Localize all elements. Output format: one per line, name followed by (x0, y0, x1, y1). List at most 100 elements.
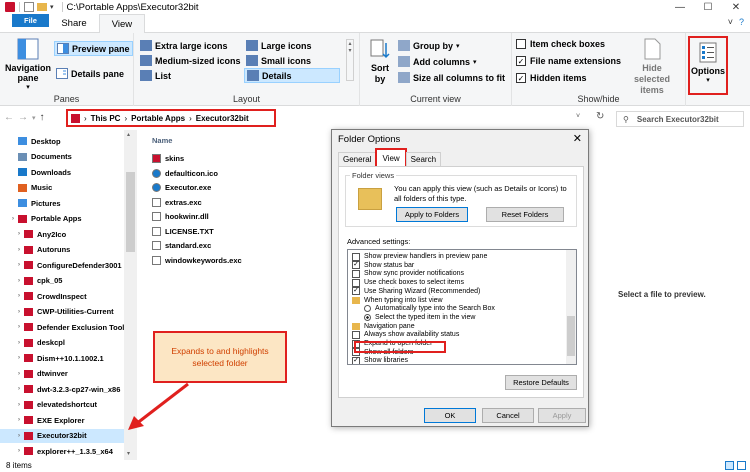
layout-details[interactable]: Details (244, 68, 340, 83)
layout-list[interactable]: List (140, 70, 171, 81)
file-item[interactable]: defaulticon.ico (152, 167, 218, 180)
minimize-icon[interactable]: — (666, 0, 694, 14)
checkbox[interactable]: ✓ (352, 356, 360, 364)
close-icon[interactable]: ✕ (573, 132, 582, 145)
navigation-pane-button[interactable]: Navigation pane ▾ (4, 37, 52, 91)
sidebar-item[interactable]: › CrowdInspect (0, 289, 124, 303)
file-item[interactable]: standard.exc (152, 239, 211, 252)
chevron-right-icon[interactable]: › (14, 433, 24, 439)
sidebar-item[interactable]: › Dism++10.1.1002.1 (0, 351, 124, 365)
new-folder-icon[interactable] (37, 3, 47, 11)
column-header-name[interactable]: Name (152, 136, 172, 145)
restore-defaults-button[interactable]: Restore Defaults (505, 375, 577, 390)
recent-dropdown-icon[interactable]: ▾ (32, 115, 40, 122)
hide-selected-button[interactable]: Hide selected items (622, 37, 682, 96)
address-bar[interactable]: › This PC › Portable Apps › Executor32bi… (66, 109, 276, 127)
chevron-right-icon[interactable]: › (14, 355, 24, 361)
tab-general[interactable]: General (338, 152, 377, 166)
chevron-right-icon[interactable]: › (14, 309, 24, 315)
sidebar-item[interactable]: Downloads (0, 165, 124, 179)
chevron-right-icon[interactable]: › (14, 262, 24, 268)
sidebar-item[interactable]: › explorer++_1.3.5_x64 (0, 444, 124, 458)
checkbox[interactable] (516, 39, 526, 49)
add-columns-button[interactable]: Add columns ▾ (398, 56, 477, 67)
large-icons-view-icon[interactable] (737, 461, 746, 470)
sidebar-item[interactable]: › deskcpl (0, 336, 124, 350)
file-item[interactable]: windowkeywords.exc (152, 254, 242, 267)
advanced-setting-item[interactable]: Select the typed item in the view (364, 313, 475, 322)
chevron-right-icon[interactable]: › (14, 340, 24, 346)
advanced-setting-item[interactable]: When typing into list view (352, 296, 443, 305)
maximize-icon[interactable]: ☐ (694, 0, 722, 14)
advanced-setting-item[interactable]: Always show availability status (352, 330, 459, 339)
back-icon[interactable]: ← (4, 112, 18, 123)
advanced-scroll-thumb[interactable] (567, 316, 575, 356)
forward-icon[interactable]: → (18, 112, 32, 123)
scroll-up-icon[interactable]: ▴ (127, 131, 130, 138)
ok-button[interactable]: OK (424, 408, 476, 423)
checkbox[interactable]: ✓ (516, 56, 526, 66)
advanced-setting-item[interactable]: ✓ Show libraries (352, 356, 408, 364)
sidebar-item[interactable]: › dwt-3.2.3-cp27-win_x86 (0, 382, 124, 396)
file-item[interactable]: LICENSE.TXT (152, 225, 214, 238)
chevron-right-icon[interactable]: › (8, 216, 18, 222)
chevron-down-icon[interactable]: ˅ (728, 17, 733, 27)
scroll-down-icon[interactable]: ▾ (127, 450, 130, 457)
chevron-right-icon[interactable]: › (14, 402, 24, 408)
chevron-right-icon[interactable]: › (14, 371, 24, 377)
checkbox[interactable] (352, 269, 360, 278)
sort-by-button[interactable]: Sort by (366, 37, 394, 85)
apply-button[interactable]: Apply (538, 408, 586, 423)
sidebar-item[interactable]: › Executor32bit (0, 428, 124, 443)
layout-medium-icons[interactable]: Medium-sized icons (140, 55, 241, 66)
sidebar-item[interactable]: Music (0, 181, 124, 195)
tab-file[interactable]: File (12, 14, 49, 27)
chevron-right-icon[interactable]: › (14, 324, 24, 330)
up-icon[interactable]: ↑ (40, 112, 49, 123)
chevron-right-icon[interactable]: › (14, 247, 24, 253)
help-icon[interactable]: ? (739, 17, 744, 27)
checkbox[interactable] (352, 278, 360, 287)
advanced-setting-item[interactable]: Automatically type into the Search Box (364, 304, 495, 313)
sidebar-item[interactable]: Pictures (0, 196, 124, 210)
checkbox[interactable]: ✓ (352, 287, 360, 296)
radio-button[interactable] (364, 305, 371, 313)
advanced-setting-item[interactable]: ✓ Use Sharing Wizard (Recommended) (352, 287, 480, 296)
sidebar-item[interactable]: Desktop (0, 134, 124, 148)
chevron-right-icon[interactable]: › (14, 448, 24, 454)
refresh-icon[interactable]: ↻ (596, 111, 604, 122)
sidebar-scroll-thumb[interactable] (126, 172, 135, 252)
chevron-right-icon[interactable]: › (14, 278, 24, 284)
reset-folders-button[interactable]: Reset Folders (486, 207, 564, 222)
sidebar-item[interactable]: Documents (0, 150, 124, 164)
radio-button[interactable] (364, 313, 371, 321)
file-item[interactable]: Executor.exe (152, 181, 211, 194)
advanced-setting-item[interactable]: ✓ Show status bar (352, 261, 414, 270)
advanced-setting-item[interactable]: Show preview handlers in preview pane (352, 252, 487, 261)
sidebar-item[interactable]: › elevatedshortcut (0, 398, 124, 412)
breadcrumb-this-pc[interactable]: This PC (91, 114, 121, 123)
sidebar-item[interactable]: › Portable Apps (0, 212, 124, 226)
hidden-items-toggle[interactable]: ✓ Hidden items (516, 73, 587, 83)
chevron-right-icon[interactable]: › (14, 386, 24, 392)
checkbox[interactable] (352, 330, 360, 339)
advanced-setting-item[interactable]: Use check boxes to select items (352, 278, 464, 287)
layout-small-icons[interactable]: Small icons (246, 55, 311, 66)
tab-share[interactable]: Share (49, 14, 98, 33)
details-view-icon[interactable] (725, 461, 734, 470)
file-item[interactable]: extras.exc (152, 196, 202, 209)
sidebar-item[interactable]: › dtwinver (0, 367, 124, 381)
sidebar-item[interactable]: › Autoruns (0, 243, 124, 257)
details-pane-button[interactable]: Details pane (56, 68, 124, 79)
size-columns-button[interactable]: Size all columns to fit (398, 72, 505, 83)
layout-extra-large-icons[interactable]: Extra large icons (140, 40, 228, 51)
sidebar-item[interactable]: › Any2Ico (0, 227, 124, 241)
sidebar-item[interactable]: › Defender Exclusion Tool (0, 320, 124, 334)
advanced-setting-item[interactable]: Navigation pane (352, 322, 415, 331)
tab-view[interactable]: View (375, 148, 407, 166)
file-item[interactable]: skins (152, 152, 184, 165)
address-dropdown-icon[interactable]: ˅ (576, 113, 580, 120)
layout-large-icons[interactable]: Large icons (246, 40, 312, 51)
breadcrumb-executor32bit[interactable]: Executor32bit (196, 114, 249, 123)
advanced-setting-item[interactable]: Show sync provider notifications (352, 269, 464, 278)
